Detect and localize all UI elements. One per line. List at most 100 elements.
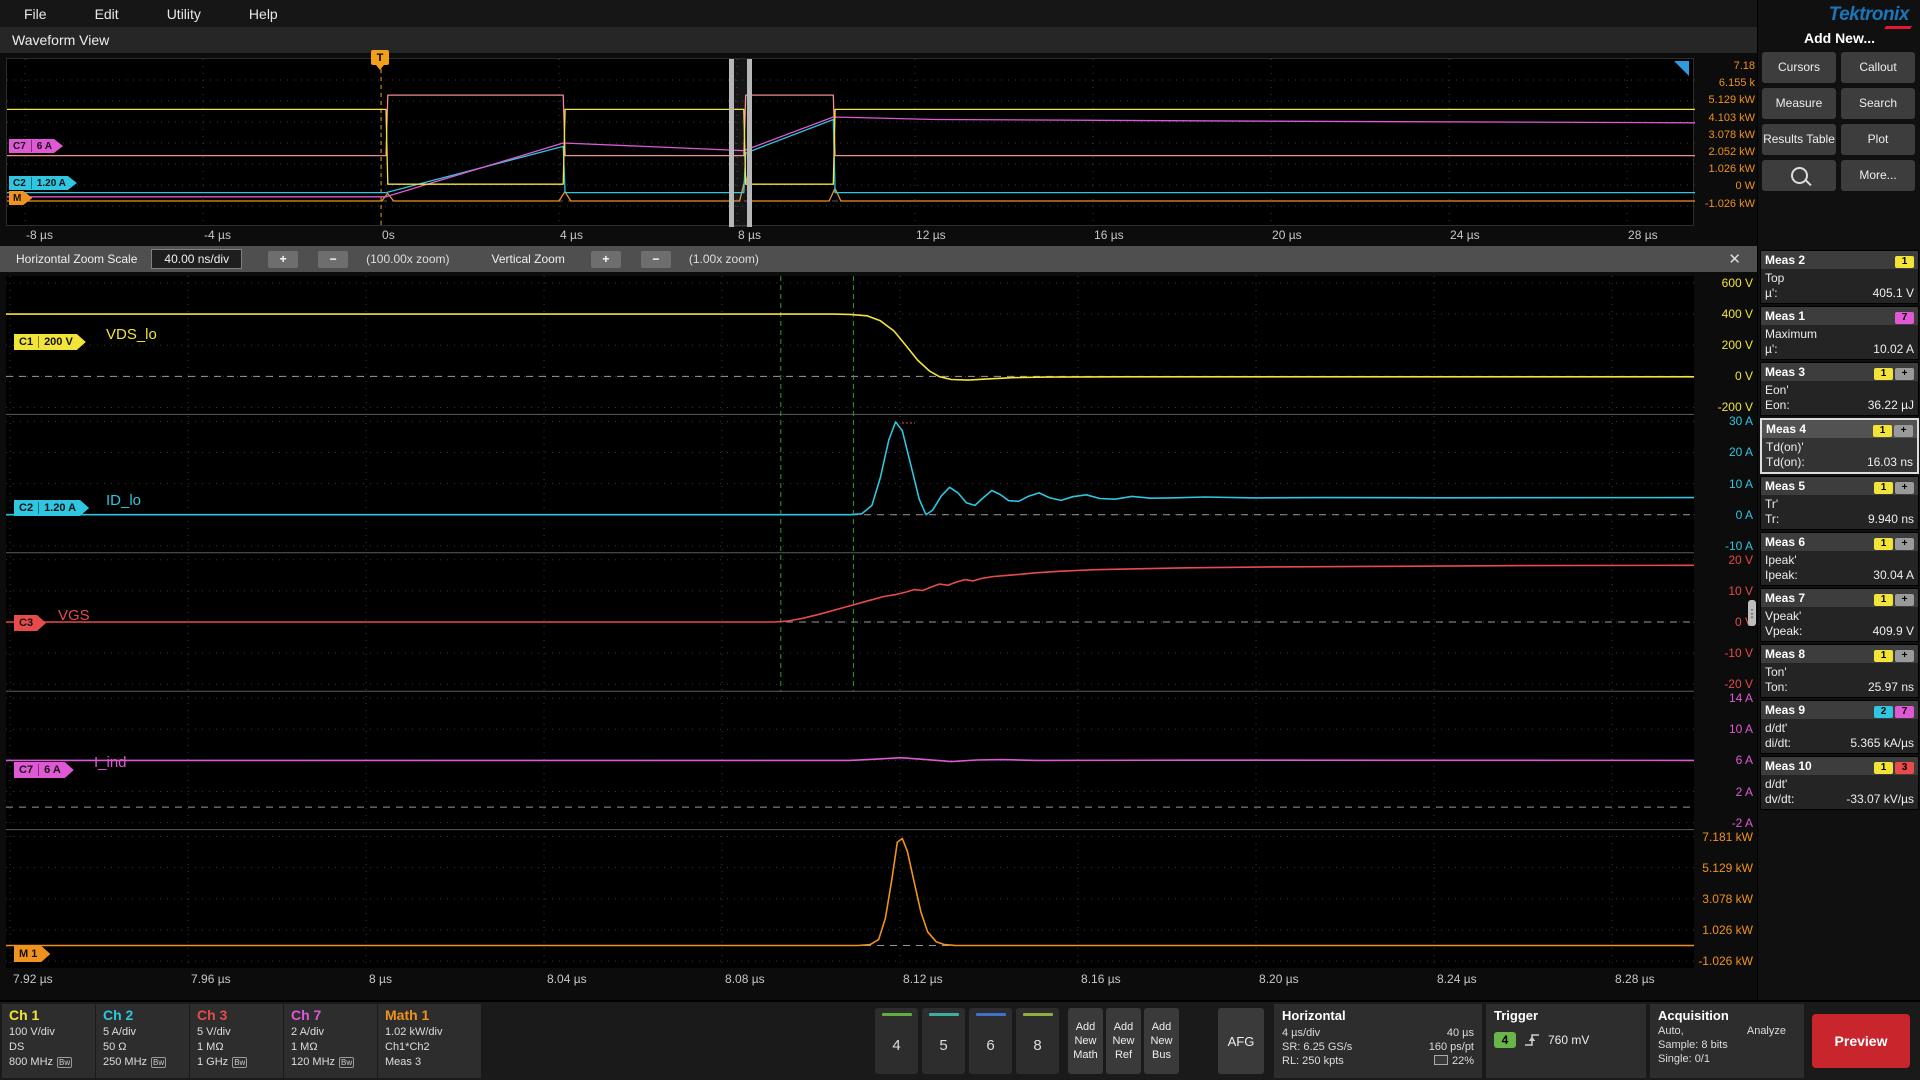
channel-badge-c2[interactable]: C21.20 A (9, 176, 77, 190)
channel-badge-c2[interactable]: C21.20 A (14, 500, 89, 516)
measurement-card[interactable]: Meas 21Topµ':405.1 V (1760, 250, 1919, 304)
acquisition-panel[interactable]: Acquisition Auto, Analyze Sample: 8 bits… (1650, 1004, 1804, 1078)
trigger-panel[interactable]: Trigger 4 760 mV (1486, 1004, 1646, 1078)
measurement-title: Meas 8 (1765, 647, 1805, 661)
measurement-title: Meas 9 (1765, 703, 1805, 717)
channel-badge-c7[interactable]: C76 A (14, 762, 74, 778)
axis-label: 6 A (1698, 753, 1753, 767)
view-header: Waveform View (0, 27, 1757, 53)
sample-rate: SR: 6.25 GS/s (1282, 1041, 1352, 1053)
trigger-position-marker[interactable]: T (371, 50, 389, 65)
channel-panel-line: 1 MΩ (291, 1041, 377, 1053)
overview-zoom-icon[interactable] (1674, 61, 1689, 76)
overview-plot[interactable]: C76 AC21.20 AM (6, 58, 1694, 226)
source-badge: + (1895, 538, 1914, 550)
channel-panel-line: 5 V/div (197, 1026, 283, 1038)
measurement-card[interactable]: Meas 31+Eon'Eon:36.22 µJ (1760, 362, 1919, 416)
measurement-card[interactable]: Meas 41+Td(on)'Td(on):16.03 ns (1760, 418, 1919, 474)
channel-button-4[interactable]: 4 (875, 1008, 918, 1074)
zoom-window-left-handle[interactable] (729, 59, 734, 227)
measurement-body: d/dt'di/dt:5.365 kA/µs (1761, 719, 1918, 753)
measure-button[interactable]: Measure (1762, 88, 1836, 119)
measurement-label: Ipeak: (1765, 568, 1798, 582)
divider-handle[interactable]: ⋮ (1748, 600, 1756, 626)
measurement-card[interactable]: Meas 1013d/dt'dv/dt:-33.07 kV/µs (1760, 756, 1919, 810)
measurement-card[interactable]: Meas 81+Ton'Ton:25.97 ns (1760, 644, 1919, 698)
channel-badge-c1[interactable]: C1200 V (14, 334, 86, 350)
h-zoom-scale-value[interactable]: 40.00 ns/div (151, 249, 242, 269)
channel-number: 6 (986, 1016, 994, 1074)
measurement-value-row: dv/dt:-33.07 kV/µs (1765, 792, 1914, 806)
cursors-button[interactable]: Cursors (1762, 52, 1836, 83)
badge-group: 13 (1872, 757, 1914, 775)
search-button[interactable]: Search (1841, 88, 1915, 119)
time-label: 8.16 µs (1081, 972, 1121, 986)
axis-label: 2.052 kW (1700, 146, 1755, 158)
channel-button-5[interactable]: 5 (922, 1008, 965, 1074)
channel-panel-ch3[interactable]: Ch 35 V/div1 MΩ1 GHzBw (190, 1004, 283, 1078)
add-new-ref-button[interactable]: AddNewRef (1106, 1008, 1141, 1074)
badge-scale: 1.20 A (37, 178, 66, 189)
v-zoom-label: Vertical Zoom (491, 252, 564, 266)
measurement-header: Meas 927 (1761, 701, 1918, 719)
menu-file[interactable]: File (0, 6, 71, 22)
more-button[interactable]: More... (1841, 160, 1915, 191)
channel-panel-line: 120 MHzBw (291, 1056, 377, 1068)
channel-button-6[interactable]: 6 (969, 1008, 1012, 1074)
measurement-header: Meas 21 (1761, 251, 1918, 269)
channel-panel-ch7[interactable]: Ch 72 A/div1 MΩ120 MHzBw (284, 1004, 377, 1078)
axis-label: 4.103 kW (1700, 112, 1755, 124)
time-label: 8.08 µs (725, 972, 765, 986)
channel-badge-c7[interactable]: C76 A (9, 139, 63, 153)
time-label: 20 µs (1272, 228, 1302, 242)
acquisition-title: Acquisition (1658, 1008, 1796, 1023)
main-plot[interactable]: C1200 VVDS_loC21.20 AID_loC3VGSC76 AI_in… (6, 276, 1694, 968)
measurement-label: dv/dt: (1765, 792, 1794, 806)
channel-panel-ch1[interactable]: Ch 1100 V/divDS800 MHzBw (2, 1004, 95, 1078)
menu-utility[interactable]: Utility (143, 6, 225, 22)
channel-number: 5 (939, 1016, 947, 1074)
measurement-card[interactable]: Meas 927d/dt'di/dt:5.365 kA/µs (1760, 700, 1919, 754)
afg-button[interactable]: AFG (1218, 1008, 1264, 1074)
button-line: New (1074, 1034, 1096, 1048)
time-label: 16 µs (1094, 228, 1124, 242)
add-new-bus-button[interactable]: AddNewBus (1144, 1008, 1179, 1074)
axis-label: 20 A (1698, 445, 1753, 459)
horizontal-panel[interactable]: Horizontal 4 µs/div SR: 6.25 GS/s RL: 25… (1274, 1004, 1482, 1078)
v-zoom-plus-button[interactable]: + (591, 251, 621, 268)
measurement-card[interactable]: Meas 61+Ipeak'Ipeak:30.04 A (1760, 532, 1919, 586)
logo-swoosh (1884, 26, 1912, 29)
measurement-label: µ': (1765, 342, 1778, 356)
channel-panel-ch2[interactable]: Ch 25 A/div50 Ω250 MHzBw (96, 1004, 189, 1078)
h-zoom-plus-button[interactable]: + (268, 251, 298, 268)
plot-button[interactable]: Plot (1841, 124, 1915, 155)
preview-button[interactable]: Preview (1812, 1014, 1910, 1068)
zoom-overview-button[interactable] (1762, 160, 1836, 191)
menu-edit[interactable]: Edit (71, 6, 143, 22)
channel-panel-math1[interactable]: Math 11.02 kW/divCh1*Ch2Meas 3 (378, 1004, 481, 1078)
channel-number: 8 (1033, 1016, 1041, 1074)
measurement-card[interactable]: Meas 51+Tr'Tr:9.940 ns (1760, 476, 1919, 530)
measurement-header: Meas 71+ (1761, 589, 1918, 607)
measurement-label: Tr: (1765, 512, 1779, 526)
channel-button-8[interactable]: 8 (1016, 1008, 1059, 1074)
overview-waveform-c3 (7, 95, 1695, 156)
zoom-window-right-handle[interactable] (747, 59, 752, 227)
callout-button[interactable]: Callout (1841, 52, 1915, 83)
measurement-value-row: Ipeak:30.04 A (1765, 568, 1914, 582)
badge-scale: 1.20 A (44, 502, 76, 514)
source-badge: 1 (1874, 650, 1893, 662)
measurement-card[interactable]: Meas 71+Vpeak'Vpeak:409.9 V (1760, 588, 1919, 642)
badge-group: 1+ (1872, 645, 1914, 663)
h-zoom-minus-button[interactable]: − (318, 251, 348, 268)
time-label: 8 µs (738, 228, 761, 242)
menu-help[interactable]: Help (225, 6, 302, 22)
axis-label: 600 V (1698, 276, 1753, 290)
badge-scale: 6 A (44, 764, 61, 776)
v-zoom-minus-button[interactable]: − (641, 251, 671, 268)
channel-panel-title: Ch 2 (103, 1007, 189, 1023)
add-new-math-button[interactable]: AddNewMath (1068, 1008, 1103, 1074)
results-table-button[interactable]: Results Table (1762, 124, 1836, 155)
close-zoom-button[interactable]: ✕ (1728, 250, 1741, 268)
measurement-card[interactable]: Meas 17Maximumµ':10.02 A (1760, 306, 1919, 360)
